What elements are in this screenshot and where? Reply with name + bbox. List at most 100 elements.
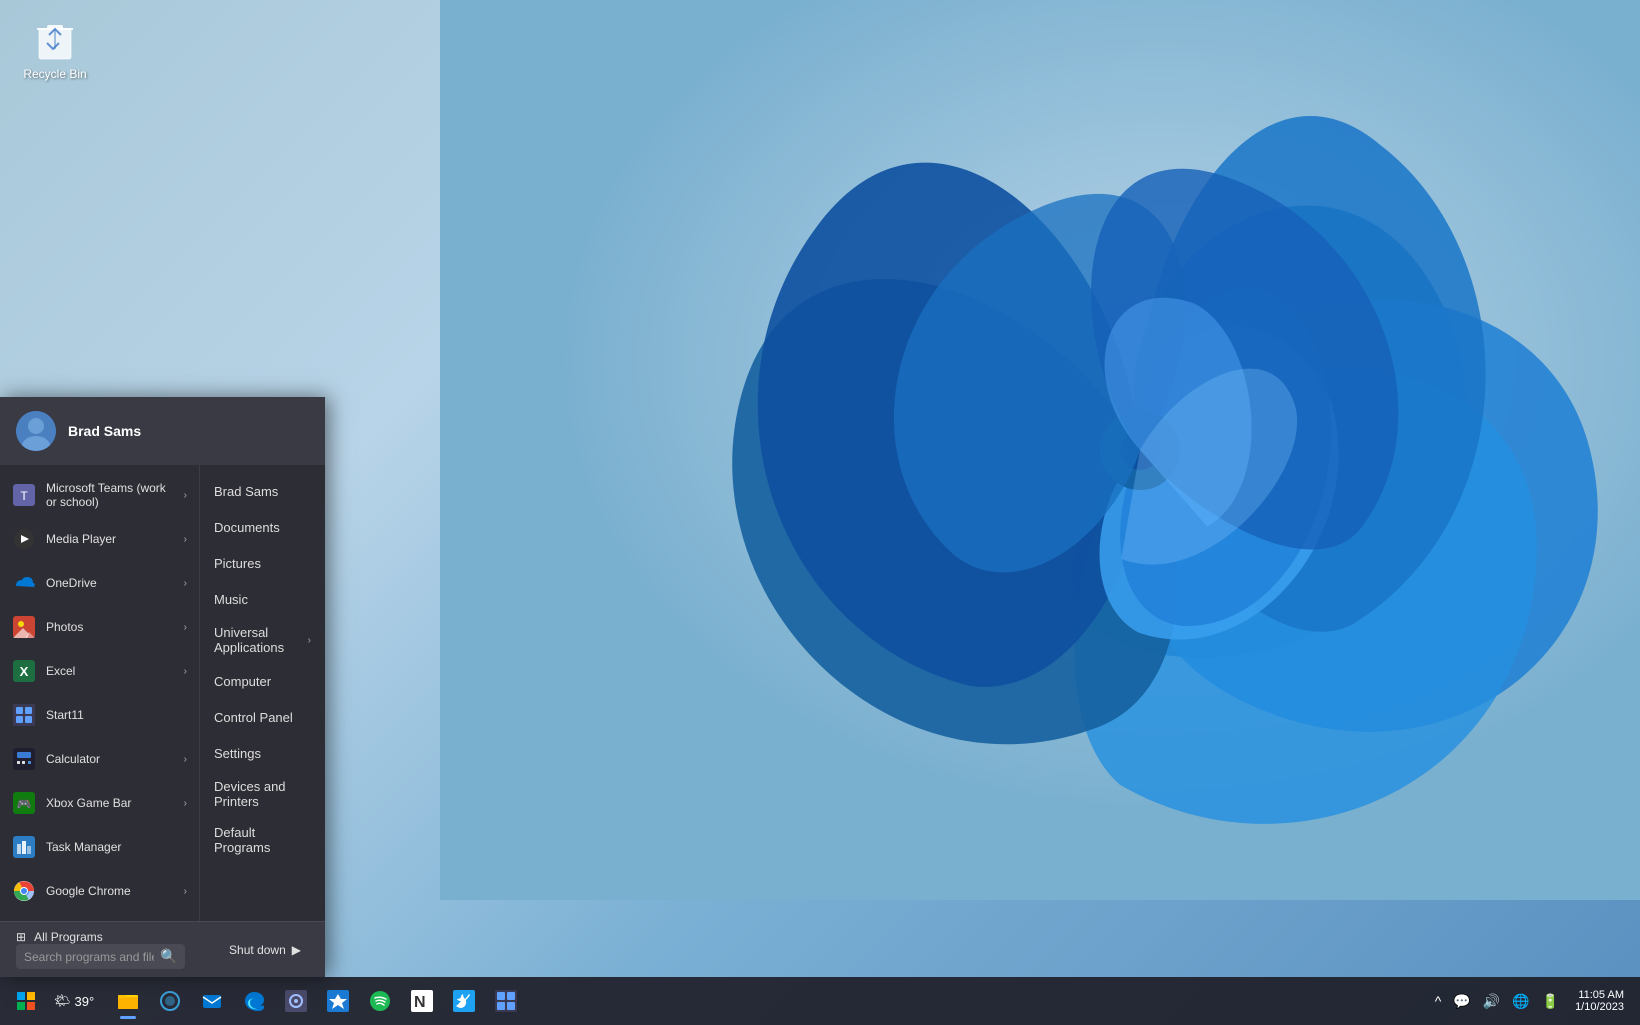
media-player-arrow-icon: ›: [184, 534, 187, 545]
place-item-documents[interactable]: Documents: [200, 509, 325, 545]
google-chrome-arrow-icon: ›: [184, 886, 187, 897]
recycle-bin[interactable]: Recycle Bin: [20, 15, 90, 81]
photos-arrow-icon: ›: [184, 622, 187, 633]
devices-printers-label: Devices and Printers: [214, 779, 311, 809]
taskbar-app-keeper[interactable]: [318, 981, 358, 1021]
calculator-label: Calculator: [46, 752, 174, 766]
app-item-media-player[interactable]: Media Player ›: [0, 517, 199, 561]
weather-display: 🌤 39°: [48, 993, 100, 1009]
recycle-bin-icon: [31, 15, 79, 63]
temperature: 39°: [75, 994, 95, 1009]
google-chrome-label: Google Chrome: [46, 884, 174, 898]
shutdown-button[interactable]: Shut down ▶: [221, 939, 309, 961]
app-item-start11[interactable]: Start11: [0, 693, 199, 737]
place-item-pictures[interactable]: Pictures: [200, 545, 325, 581]
place-item-default-programs[interactable]: Default Programs: [200, 817, 325, 863]
calculator-arrow-icon: ›: [184, 754, 187, 765]
app-item-task-manager[interactable]: Task Manager: [0, 825, 199, 869]
tray-network[interactable]: 🌐: [1508, 991, 1533, 1012]
brad-sams-label: Brad Sams: [214, 484, 278, 499]
app-item-onedrive[interactable]: OneDrive›: [0, 561, 199, 605]
xbox-game-bar-arrow-icon: ›: [184, 798, 187, 809]
music-label: Music: [214, 592, 248, 607]
shutdown-arrow-icon: ▶: [292, 943, 301, 957]
xbox-game-bar-icon: 🎮: [12, 791, 36, 815]
taskbar-left: 🌤 39°: [8, 983, 100, 1019]
universal-apps-arrow-icon: ›: [308, 635, 311, 646]
place-item-universal-apps[interactable]: Universal Applications ›: [200, 617, 325, 663]
taskbar-app-cortana[interactable]: [150, 981, 190, 1021]
settings-label: Settings: [214, 746, 261, 761]
system-tray: ^ 💬 🔊 🌐 🔋: [1431, 991, 1563, 1012]
svg-text:N: N: [414, 994, 426, 1011]
start-footer: ⊞ All Programs 🔍 Shut down ▶: [0, 921, 325, 977]
tray-chevron[interactable]: ^: [1431, 991, 1446, 1011]
search-input[interactable]: [24, 950, 154, 964]
all-programs-label: All Programs: [34, 930, 103, 944]
place-item-brad-sams[interactable]: Brad Sams: [200, 473, 325, 509]
excel-icon: X: [12, 659, 36, 683]
tray-volume[interactable]: 🔊: [1479, 991, 1504, 1012]
app-list: TMicrosoft Teams (work or school)›Media …: [0, 465, 200, 921]
app-item-xbox-game-bar[interactable]: 🎮Xbox Game Bar›: [0, 781, 199, 825]
taskbar-right: ^ 💬 🔊 🌐 🔋 11:05 AM 1/10/2023: [1431, 989, 1632, 1013]
app-item-calculator[interactable]: Calculator ›: [0, 737, 199, 781]
taskbar-app-spotify[interactable]: [360, 981, 400, 1021]
grid-icon: ⊞: [16, 930, 26, 944]
onedrive-icon: [12, 571, 36, 595]
pictures-label: Pictures: [214, 556, 261, 571]
taskbar: 🌤 39° N ^ 💬 🔊 🌐 🔋 11:05 AM 1/10/2023: [0, 977, 1640, 1025]
clock[interactable]: 11:05 AM 1/10/2023: [1567, 989, 1632, 1013]
google-chrome-icon: [12, 879, 36, 903]
taskbar-app-twitter[interactable]: [444, 981, 484, 1021]
svg-text:T: T: [20, 489, 28, 503]
default-programs-label: Default Programs: [214, 825, 311, 855]
start11-label: Start11: [46, 708, 187, 722]
app-item-teams[interactable]: TMicrosoft Teams (work or school)›: [0, 473, 199, 517]
clock-time: 11:05 AM: [1578, 989, 1624, 1001]
media-player-icon: [12, 527, 36, 551]
teams-icon: T: [12, 483, 36, 507]
all-programs-button[interactable]: ⊞ All Programs: [16, 930, 185, 944]
recycle-bin-label: Recycle Bin: [23, 67, 86, 81]
universal-apps-label: Universal Applications: [214, 625, 302, 655]
media-player-label: Media Player: [46, 532, 174, 546]
app-item-google-chrome[interactable]: Google Chrome ›: [0, 869, 199, 913]
taskbar-app-stardock2[interactable]: [486, 981, 526, 1021]
weather-widget[interactable]: 🌤 39°: [48, 993, 100, 1009]
documents-label: Documents: [214, 520, 280, 535]
start-button[interactable]: [8, 983, 44, 1019]
start-menu-header: Brad Sams: [0, 397, 325, 465]
place-item-devices-printers[interactable]: Devices and Printers: [200, 771, 325, 817]
desktop: Recycle Bin Brad Sams TMicrosoft Teams (…: [0, 0, 1640, 1025]
place-item-music[interactable]: Music: [200, 581, 325, 617]
taskbar-app-notion[interactable]: N: [402, 981, 442, 1021]
photos-icon: [12, 615, 36, 639]
tray-chat[interactable]: 💬: [1449, 991, 1474, 1012]
control-panel-label: Control Panel: [214, 710, 293, 725]
computer-label: Computer: [214, 674, 271, 689]
app-item-excel[interactable]: XExcel›: [0, 649, 199, 693]
task-manager-label: Task Manager: [46, 840, 187, 854]
svg-text:🎮: 🎮: [17, 797, 32, 811]
start11-icon: [12, 703, 36, 727]
taskbar-app-stardock1[interactable]: [276, 981, 316, 1021]
start-menu: Brad Sams TMicrosoft Teams (work or scho…: [0, 397, 325, 977]
search-icon: 🔍: [160, 948, 177, 965]
taskbar-app-mail[interactable]: [192, 981, 232, 1021]
user-avatar[interactable]: [16, 411, 56, 451]
place-item-computer[interactable]: Computer: [200, 663, 325, 699]
svg-text:X: X: [20, 664, 29, 679]
app-item-photos[interactable]: Photos ›: [0, 605, 199, 649]
taskbar-app-edge[interactable]: [234, 981, 274, 1021]
taskbar-center: N: [108, 981, 526, 1021]
weather-icon: 🌤: [54, 993, 71, 1009]
excel-label: Excel: [46, 664, 174, 678]
taskbar-app-file-explorer[interactable]: [108, 981, 148, 1021]
search-bar[interactable]: 🔍: [16, 944, 185, 969]
calculator-icon: [12, 747, 36, 771]
photos-label: Photos: [46, 620, 174, 634]
tray-battery[interactable]: 🔋: [1538, 991, 1563, 1012]
place-item-control-panel[interactable]: Control Panel: [200, 699, 325, 735]
place-item-settings[interactable]: Settings: [200, 735, 325, 771]
